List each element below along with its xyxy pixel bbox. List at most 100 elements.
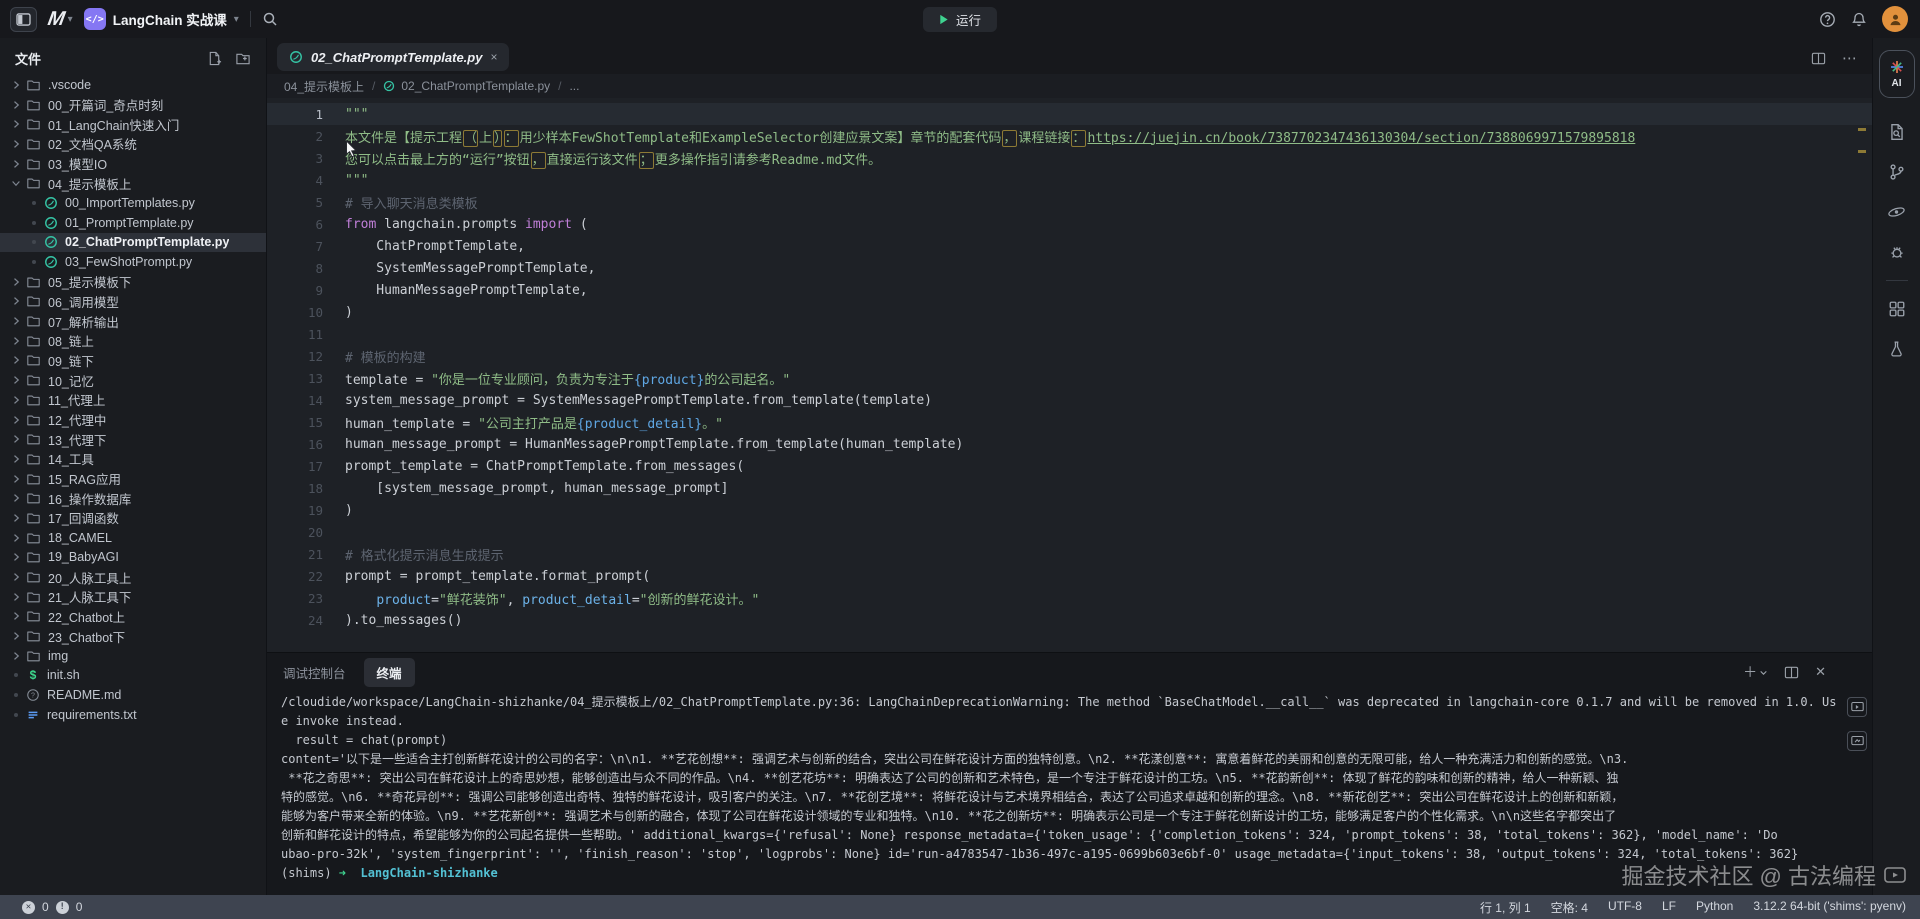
- terminal-line: result = chat(prompt): [281, 731, 1858, 750]
- terminal-output[interactable]: /cloudide/workspace/LangChain-shizhanke/…: [267, 691, 1872, 883]
- error-count: 0: [42, 900, 49, 914]
- tree-item[interactable]: 03_FewShotPrompt.py: [0, 252, 266, 272]
- tree-item[interactable]: img: [0, 646, 266, 666]
- tree-item[interactable]: 12_代理中: [0, 410, 266, 430]
- tree-item[interactable]: 22_Chatbot上: [0, 607, 266, 627]
- error-icon: ✕: [22, 901, 35, 914]
- terminal-line: /cloudide/workspace/LangChain-shizhanke/…: [281, 693, 1858, 712]
- help-icon[interactable]: [1819, 11, 1836, 28]
- tree-item[interactable]: 02_ChatPromptTemplate.py: [0, 233, 266, 253]
- tree-item[interactable]: .vscode: [0, 75, 266, 95]
- status-item[interactable]: Python: [1696, 899, 1733, 916]
- code-editor[interactable]: 1"""2本文件是【提示工程（上）：用少样本FewShotTemplate和Ex…: [267, 98, 1872, 652]
- breadcrumb-symbol[interactable]: ...: [569, 79, 579, 93]
- open-preview-icon[interactable]: [1847, 731, 1867, 751]
- file-search-icon[interactable]: [1873, 112, 1920, 152]
- tree-item[interactable]: 08_链上: [0, 331, 266, 351]
- debug-bug-icon[interactable]: [1873, 232, 1920, 272]
- tree-item[interactable]: 17_回调函数: [0, 508, 266, 528]
- open-preview-icon[interactable]: [1847, 697, 1867, 717]
- status-item[interactable]: 空格: 4: [1551, 899, 1588, 916]
- tree-item[interactable]: 02_文档QA系统: [0, 134, 266, 154]
- split-editor-icon[interactable]: [1811, 51, 1826, 66]
- terminal-line: e invoke instead.: [281, 712, 1858, 731]
- tree-item[interactable]: 05_提示模板下: [0, 272, 266, 292]
- tree-item[interactable]: 03_模型IO: [0, 154, 266, 174]
- tree-item[interactable]: 07_解析输出: [0, 311, 266, 331]
- bell-icon[interactable]: [1851, 11, 1867, 28]
- run-button[interactable]: 运行: [923, 7, 997, 32]
- tree-item[interactable]: ?README.md: [0, 685, 266, 705]
- more-actions-icon[interactable]: ⋯: [1842, 49, 1858, 67]
- ai-assistant-button[interactable]: AI: [1879, 50, 1915, 98]
- close-panel-icon[interactable]: ✕: [1815, 664, 1826, 680]
- tree-item[interactable]: 09_链下: [0, 351, 266, 371]
- tree-item[interactable]: 10_记忆: [0, 370, 266, 390]
- tree-item[interactable]: 19_BabyAGI: [0, 548, 266, 568]
- new-folder-icon[interactable]: [235, 51, 251, 66]
- status-item[interactable]: 行 1, 列 1: [1480, 899, 1531, 916]
- breadcrumb-folder[interactable]: 04_提示模板上: [284, 78, 364, 95]
- problems-indicator[interactable]: ✕ 0 ! 0: [14, 900, 82, 914]
- split-panel-icon[interactable]: [1784, 665, 1799, 680]
- git-branch-icon[interactable]: [1873, 152, 1920, 192]
- project-name: LangChain 实战课: [113, 9, 227, 29]
- toggle-sidebar-button[interactable]: [10, 7, 37, 32]
- extensions-grid-icon[interactable]: [1873, 289, 1920, 329]
- tree-item[interactable]: $init.sh: [0, 666, 266, 686]
- avatar[interactable]: [1882, 6, 1908, 32]
- line-number: 19: [267, 503, 323, 518]
- test-flask-icon[interactable]: [1873, 329, 1920, 369]
- new-terminal-button[interactable]: ＋: [1743, 662, 1768, 682]
- tree-item[interactable]: 00_开篇词_奇点时刻: [0, 95, 266, 115]
- panel-actions: ＋ ✕: [1743, 662, 1856, 682]
- chevron-icon: [10, 492, 26, 504]
- tree-item[interactable]: 21_人脉工具下: [0, 587, 266, 607]
- chevron-icon: [10, 571, 26, 583]
- close-icon[interactable]: ×: [490, 50, 497, 64]
- chevron-icon: [10, 473, 26, 485]
- remote-explorer-icon[interactable]: [1873, 192, 1920, 232]
- tree-item[interactable]: 06_调用模型: [0, 292, 266, 312]
- shell-file-icon: $: [26, 668, 40, 682]
- tree-item-label: 18_CAMEL: [48, 531, 112, 545]
- chevron-icon: [10, 591, 26, 603]
- code-line: 5# 导入聊天消息类模板: [267, 191, 1872, 213]
- project-switcher[interactable]: </> LangChain 实战课 ▾: [84, 8, 239, 30]
- line-number: 16: [267, 437, 323, 452]
- code-lines: 1"""2本文件是【提示工程（上）：用少样本FewShotTemplate和Ex…: [267, 103, 1872, 631]
- status-item[interactable]: LF: [1662, 899, 1676, 916]
- tree-item[interactable]: requirements.txt: [0, 705, 266, 725]
- tree-item[interactable]: 23_Chatbot下: [0, 626, 266, 646]
- tab-terminal[interactable]: 终端: [364, 658, 415, 687]
- tree-item[interactable]: 18_CAMEL: [0, 528, 266, 548]
- app-logo-group[interactable]: M ▾: [48, 8, 73, 31]
- folder-icon: [26, 117, 41, 131]
- line-number: 11: [267, 327, 323, 342]
- status-item[interactable]: UTF-8: [1608, 899, 1642, 916]
- status-item[interactable]: 3.12.2 64-bit ('shims': pyenv): [1753, 899, 1906, 916]
- search-icon[interactable]: [262, 11, 278, 27]
- tree-item[interactable]: 14_工具: [0, 449, 266, 469]
- tree-item[interactable]: 04_提示模板上: [0, 173, 266, 193]
- topbar-left: M ▾ </> LangChain 实战课 ▾: [0, 7, 278, 32]
- python-file-icon: [289, 50, 303, 64]
- tree-item[interactable]: 11_代理上: [0, 390, 266, 410]
- code-line: 1""": [267, 103, 1872, 125]
- tree-item[interactable]: 01_LangChain快速入门: [0, 114, 266, 134]
- terminal-line: (shims) ➜ LangChain-shizhanke: [281, 864, 1858, 883]
- tree-item[interactable]: 13_代理下: [0, 429, 266, 449]
- terminal-line: **花之奇思**: 突出公司在鲜花设计上的奇思妙想，能够创造出与众不同的作品。\…: [281, 769, 1858, 788]
- tree-item[interactable]: 01_PromptTemplate.py: [0, 213, 266, 233]
- tab-debug-console[interactable]: 调试控制台: [283, 663, 346, 682]
- breadcrumb-file[interactable]: 02_ChatPromptTemplate.py: [383, 79, 550, 93]
- tree-item[interactable]: 16_操作数据库: [0, 488, 266, 508]
- folder-icon: [26, 78, 41, 92]
- tree-item-label: 10_记忆: [48, 371, 94, 390]
- tab-02-chatprompttemplate[interactable]: 02_ChatPromptTemplate.py ×: [277, 43, 509, 71]
- tree-item[interactable]: 15_RAG应用: [0, 469, 266, 489]
- tree-item[interactable]: 00_ImportTemplates.py: [0, 193, 266, 213]
- code-line: 4""": [267, 169, 1872, 191]
- new-file-icon[interactable]: [207, 51, 222, 66]
- tree-item[interactable]: 20_人脉工具上: [0, 567, 266, 587]
